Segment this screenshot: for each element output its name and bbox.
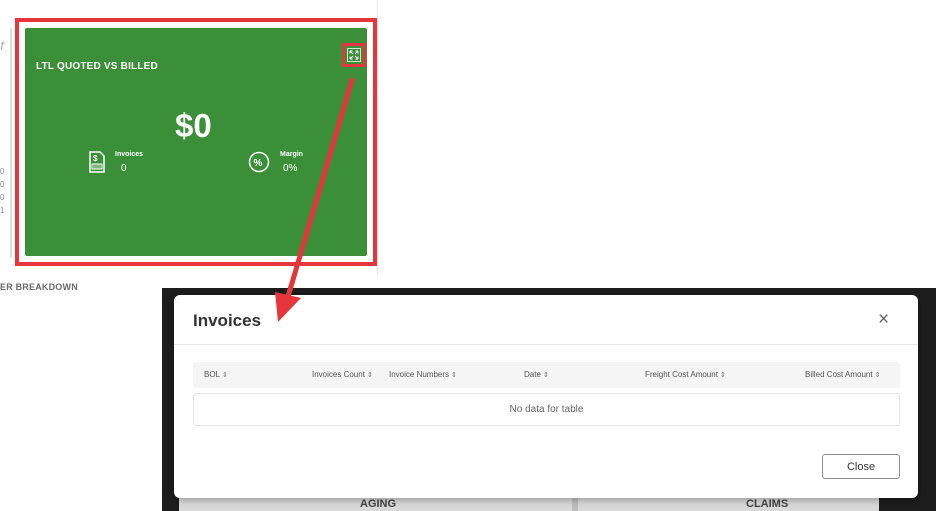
column-header-invoice-numbers[interactable]: Invoice Numbers ⇕ (389, 370, 457, 379)
empty-table-message: No data for table (193, 393, 900, 426)
background-claims-label: CLAIMS (746, 498, 789, 510)
background-truncated-text: ƒ (0, 40, 6, 50)
sort-icon[interactable]: ⇕ (875, 372, 881, 379)
percent-icon: % (248, 151, 270, 173)
background-value: 0 (0, 180, 5, 189)
svg-text:$: $ (93, 154, 98, 163)
background-panel-edge (10, 28, 12, 258)
card-title: LTL QUOTED VS BILLED (36, 61, 158, 72)
table-header: BOL ⇕ Invoices Count ⇕ Invoice Numbers ⇕ Da… (193, 362, 900, 388)
column-header-freight-cost-amount[interactable]: Freight Cost Amount ⇕ (645, 370, 726, 379)
invoices-value: 0 (121, 163, 127, 174)
background-section-label: ER BREAKDOWN (0, 282, 78, 292)
column-label: Date (524, 370, 541, 379)
svg-text:%: % (254, 158, 263, 169)
sort-icon[interactable]: ⇕ (367, 372, 373, 379)
sort-icon[interactable]: ⇕ (451, 372, 457, 379)
ltl-quoted-vs-billed-card[interactable]: LTL QUOTED VS BILLED $0 $ Invoices 0 % M… (25, 28, 367, 256)
page: ƒ 0 0 0 1 ER BREAKDOWN LTL QUOTED VS BIL… (0, 0, 936, 511)
invoices-modal: Invoices × BOL ⇕ Invoices Count ⇕ Invoice … (174, 295, 918, 498)
column-header-invoices-count[interactable]: Invoices Count ⇕ (312, 370, 373, 379)
column-label: Invoice Numbers (389, 370, 450, 379)
background-value: 0 (0, 167, 5, 176)
modal-title: Invoices (193, 311, 262, 330)
column-label: Freight Cost Amount (645, 370, 718, 379)
expand-icon[interactable] (347, 48, 361, 62)
background-value: 0 (0, 193, 5, 202)
highlighted-kpi-card: LTL QUOTED VS BILLED $0 $ Invoices 0 % M… (15, 18, 377, 266)
modal-divider (174, 344, 918, 345)
sort-icon[interactable]: ⇕ (543, 372, 549, 379)
sort-icon[interactable]: ⇕ (222, 372, 228, 379)
sort-icon[interactable]: ⇕ (720, 372, 726, 379)
total-value: $0 (175, 107, 212, 144)
column-label: Invoices Count (312, 370, 365, 379)
margin-value: 0% (283, 163, 298, 174)
background-truncated-values: 0 0 0 1 (0, 165, 4, 217)
expand-button-highlight[interactable] (342, 43, 366, 67)
invoice-icon: $ (89, 151, 105, 173)
close-button[interactable]: Close (822, 454, 900, 479)
column-header-bol[interactable]: BOL ⇕ (204, 370, 228, 379)
column-label: Billed Cost Amount (805, 370, 873, 379)
column-header-date[interactable]: Date ⇕ (524, 370, 549, 379)
column-header-billed-cost-amount[interactable]: Billed Cost Amount ⇕ (805, 370, 880, 379)
invoices-label: Invoices (115, 151, 144, 158)
background-aging-label: AGING (360, 498, 397, 510)
column-label: BOL (204, 370, 221, 379)
close-icon[interactable]: × (878, 310, 889, 329)
margin-label: Margin (280, 151, 303, 158)
background-value: 1 (0, 206, 5, 215)
